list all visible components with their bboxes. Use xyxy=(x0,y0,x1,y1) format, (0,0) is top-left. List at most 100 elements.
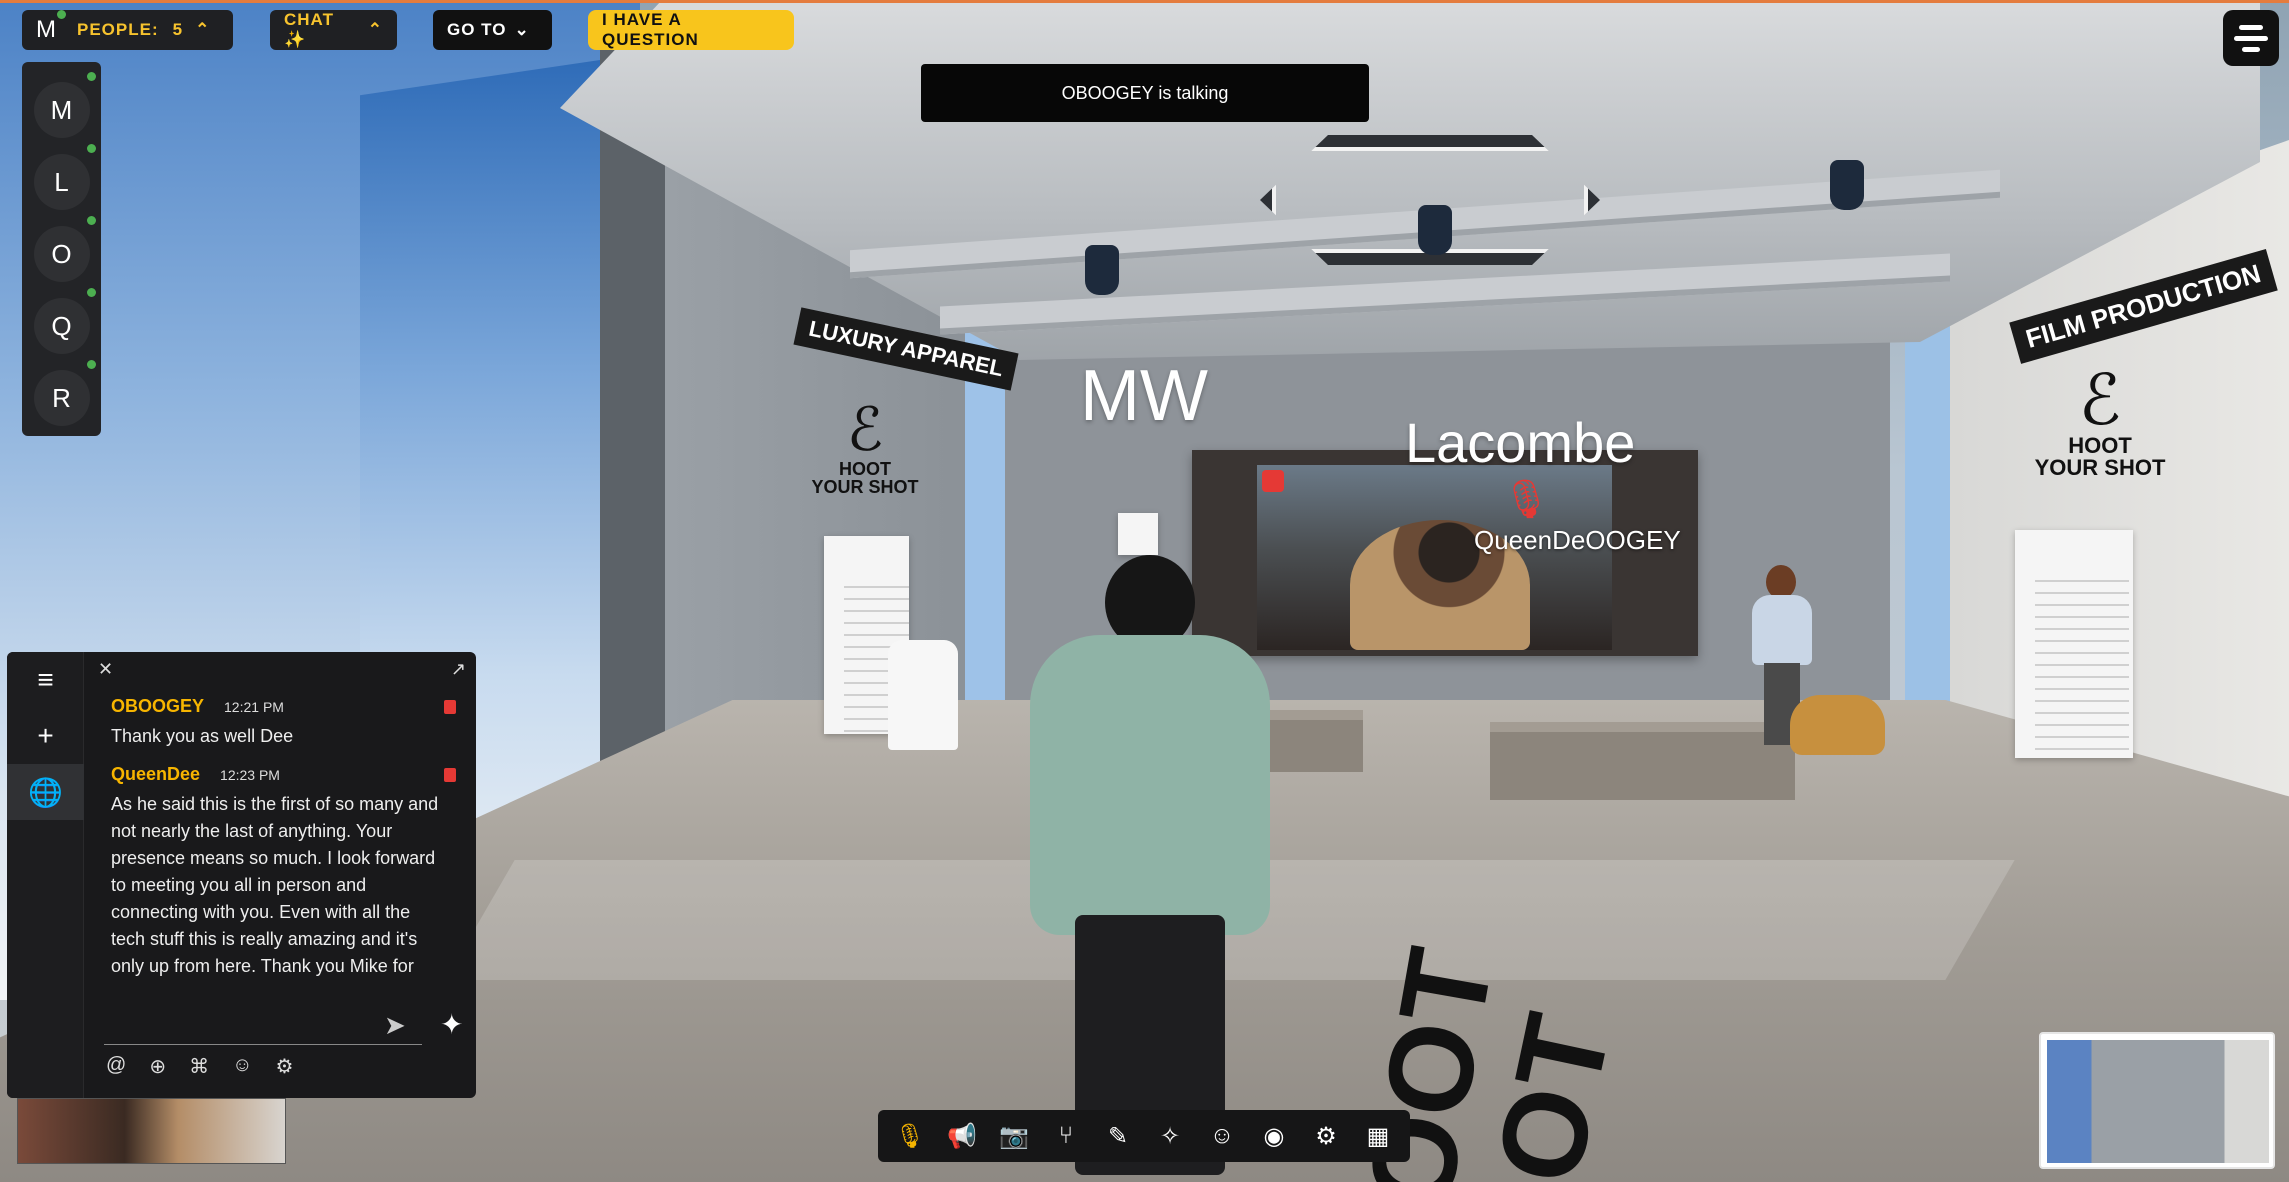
menu-icon[interactable]: ≡ xyxy=(7,652,84,708)
record-icon[interactable]: ◉ xyxy=(1254,1122,1294,1151)
chat-input[interactable] xyxy=(104,1005,422,1045)
person-initial: R xyxy=(52,382,71,413)
settings-icon[interactable]: ⚙ xyxy=(276,1054,294,1079)
menu-line-icon xyxy=(2242,46,2260,52)
message-author[interactable]: QueenDee xyxy=(111,764,200,785)
emoji-icon[interactable]: ☺ xyxy=(232,1054,252,1079)
chat-message: OBOOGEY 12:21 PM Thank you as well Dee xyxy=(84,696,476,750)
goto-dropdown[interactable]: GO TO ⌄ xyxy=(433,10,552,50)
spotlight-icon xyxy=(1830,160,1864,210)
chat-toggle-button[interactable]: CHAT ✨ ⌃ xyxy=(270,10,397,50)
delete-icon[interactable] xyxy=(444,768,456,782)
person-avatar[interactable]: Q xyxy=(33,288,96,354)
self-video-thumbnail[interactable] xyxy=(17,1098,286,1164)
chat-header: ✕ ↗ xyxy=(84,652,476,686)
question-label: I HAVE A QUESTION xyxy=(602,10,699,49)
sparkle-icon[interactable]: ✧ xyxy=(1150,1122,1190,1151)
globe-icon[interactable]: 🌐 xyxy=(7,764,84,820)
people-label: PEOPLE: xyxy=(77,20,159,39)
message-text: As he said this is the first of so many … xyxy=(111,794,439,976)
person-initial: O xyxy=(51,238,72,269)
chat-message: QueenDee 12:23 PM As he said this is the… xyxy=(84,764,476,980)
squiggle-s-logo: ℰ xyxy=(846,396,884,463)
person-initial: Q xyxy=(51,310,72,341)
minimap-image xyxy=(2047,1040,2269,1163)
dog-avatar[interactable] xyxy=(1790,695,1885,755)
player-avatar[interactable] xyxy=(1020,555,1280,1175)
message-meta: OBOOGEY 12:21 PM xyxy=(111,696,476,717)
ai-sparkle-icon[interactable]: ✦ xyxy=(440,1008,463,1041)
online-dot xyxy=(86,288,96,297)
chevron-up-icon: ⌃ xyxy=(195,20,211,39)
small-poster[interactable] xyxy=(1118,513,1158,555)
globe-icon[interactable]: ⊕ xyxy=(149,1054,166,1079)
chat-tools: @ ⊕ ⌘ ☺ ⚙ xyxy=(106,1054,293,1079)
wall-poster[interactable] xyxy=(2015,530,2133,758)
grid-icon[interactable]: ▦ xyxy=(1358,1122,1398,1151)
delete-icon[interactable] xyxy=(444,700,456,714)
chevron-up-icon: ⌃ xyxy=(367,20,383,39)
chat-input-row: ➤ ✦ xyxy=(84,1000,476,1050)
sign-line: HOOT xyxy=(2068,433,2132,458)
sign-line: YOUR SHOT xyxy=(811,477,919,497)
chat-sidebar: ≡ + 🌐 xyxy=(7,652,84,1098)
shoot-your-shot-logo: ℰ HOOT YOUR SHOT xyxy=(2020,365,2180,479)
sign-line: HOOT xyxy=(839,459,891,479)
person-initial: L xyxy=(54,166,69,197)
person-avatar[interactable]: R xyxy=(33,360,96,426)
megaphone-icon[interactable]: 📢 xyxy=(942,1122,982,1151)
sign-line: YOUR SHOT xyxy=(2034,455,2166,480)
message-time: 12:21 PM xyxy=(224,699,284,715)
room-label-lacombe: Lacombe xyxy=(1405,411,1636,474)
chat-messages[interactable]: OBOOGEY 12:21 PM Thank you as well Dee Q… xyxy=(84,686,476,1026)
mic-icon[interactable]: 🎙 xyxy=(890,1122,930,1151)
app-logo: M xyxy=(36,10,66,44)
right-window xyxy=(1905,300,1950,770)
person-avatar[interactable]: O xyxy=(33,216,96,282)
gear-icon[interactable]: ⚙ xyxy=(1306,1122,1346,1151)
emoji-icon[interactable]: ☺ xyxy=(1202,1122,1242,1150)
chat-panel: ≡ + 🌐 ✕ ↗ OBOOGEY 12:21 PM Thank you as … xyxy=(7,652,476,1098)
pencil-icon[interactable]: ✎ xyxy=(1098,1122,1138,1151)
add-icon[interactable]: + xyxy=(7,708,84,764)
talking-indicator: OBOOGEY is talking xyxy=(921,64,1369,122)
message-text: Thank you as well Dee xyxy=(111,726,294,746)
mention-icon[interactable]: @ xyxy=(106,1054,126,1079)
chat-label: CHAT ✨ xyxy=(284,10,334,49)
online-dot xyxy=(57,10,66,19)
hamburger-menu-button[interactable] xyxy=(2223,10,2279,66)
people-toggle-button[interactable]: M PEOPLE: 5 ⌃ xyxy=(22,10,233,50)
avatar-name-tag: QueenDeOOGEY xyxy=(1474,525,1681,555)
screen-close-icon[interactable] xyxy=(1262,470,1284,492)
chat-main: ✕ ↗ OBOOGEY 12:21 PM Thank you as well D… xyxy=(84,652,476,1098)
shoot-your-shot-logo: ℰ HOOT YOUR SHOT xyxy=(810,396,920,497)
bench xyxy=(1490,722,1795,800)
close-icon[interactable]: ✕ xyxy=(98,659,113,680)
tshirt-display[interactable] xyxy=(888,640,958,750)
npc-body xyxy=(1752,595,1812,665)
npc-head xyxy=(1766,565,1796,599)
menu-line-icon xyxy=(2239,24,2263,30)
online-dot xyxy=(86,360,96,369)
expand-icon[interactable]: ↗ xyxy=(451,659,466,680)
room-label-mw: MW xyxy=(1080,356,1208,436)
attachment-icon[interactable]: ⌘ xyxy=(189,1054,209,1079)
send-icon[interactable]: ➤ xyxy=(384,1010,406,1041)
camera-icon[interactable]: 📷 xyxy=(994,1122,1034,1151)
question-button[interactable]: I HAVE A QUESTION xyxy=(588,10,794,50)
person-avatar[interactable]: L xyxy=(33,144,96,210)
online-dot xyxy=(86,144,96,153)
message-author[interactable]: OBOOGEY xyxy=(111,696,204,717)
chevron-down-icon: ⌄ xyxy=(514,20,530,39)
seat-icon[interactable]: ⑂ xyxy=(1046,1122,1086,1150)
people-panel: M L O Q R xyxy=(22,62,101,436)
top-accent-line xyxy=(0,0,2289,3)
minimap-preview[interactable] xyxy=(2039,1032,2275,1169)
online-dot xyxy=(86,216,96,225)
people-count: 5 xyxy=(172,20,184,39)
message-time: 12:23 PM xyxy=(220,767,280,783)
spotlight-icon xyxy=(1085,245,1119,295)
avatar-hoodie xyxy=(1030,635,1270,935)
muted-mic-icon: 🎙 xyxy=(1502,479,1551,521)
person-avatar[interactable]: M xyxy=(33,72,96,138)
